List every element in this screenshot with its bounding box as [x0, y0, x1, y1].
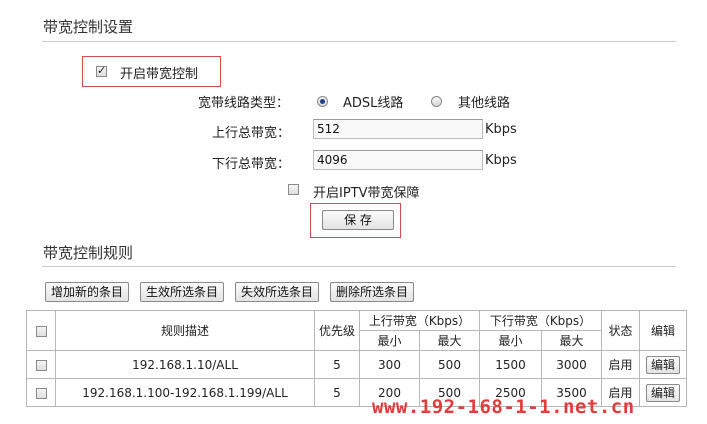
upload-unit: Kbps [485, 122, 517, 137]
line-type-label: 宽带线路类型： [198, 96, 290, 111]
add-entry-button[interactable]: 增加新的条目 [45, 282, 130, 302]
row-down-max: 3000 [541, 350, 602, 379]
iptv-label: 开启IPTV带宽保障 [313, 186, 420, 201]
header-edit: 编辑 [639, 310, 687, 351]
row-edit-cell: 编辑 [639, 350, 687, 379]
edit-button[interactable]: 编辑 [645, 355, 680, 374]
delete-selected-button[interactable]: 删除所选条目 [330, 282, 415, 302]
header-upload: 上行带宽（Kbps） [359, 310, 480, 331]
disable-selected-button[interactable]: 失效所选条目 [235, 282, 320, 302]
save-button[interactable]: 保 存 [322, 210, 394, 230]
row-select-cell [26, 350, 56, 379]
upload-bandwidth-input[interactable] [313, 119, 483, 139]
header-up-min: 最小 [359, 330, 420, 351]
row-status: 启用 [601, 350, 640, 379]
row-down-min: 1500 [479, 350, 542, 379]
header-download: 下行带宽（Kbps） [479, 310, 602, 331]
enable-selected-button[interactable]: 生效所选条目 [140, 282, 225, 302]
radio-other-label: 其他线路 [458, 96, 511, 111]
bandwidth-rules-title: 带宽控制规则 [43, 244, 134, 262]
download-bandwidth-input[interactable] [313, 150, 483, 170]
row-priority: 5 [314, 378, 360, 407]
divider [42, 41, 676, 42]
radio-other[interactable] [431, 96, 442, 107]
enable-bandwidth-label: 开启带宽控制 [120, 67, 199, 82]
bandwidth-settings-title: 带宽控制设置 [43, 18, 134, 36]
edit-button[interactable]: 编辑 [645, 383, 680, 402]
upload-label: 上行总带宽： [212, 126, 291, 141]
select-all-cell [26, 310, 56, 351]
divider [42, 266, 676, 267]
row-up-max: 500 [419, 350, 480, 379]
row-select-cell [26, 378, 56, 407]
row-checkbox[interactable] [35, 387, 47, 399]
row-description: 192.168.1.10/ALL [55, 350, 315, 379]
header-down-max: 最大 [541, 330, 602, 351]
row-checkbox[interactable] [35, 359, 47, 371]
header-status: 状态 [601, 310, 640, 351]
download-unit: Kbps [485, 153, 517, 168]
header-down-min: 最小 [479, 330, 542, 351]
row-up-min: 300 [359, 350, 420, 379]
header-up-max: 最大 [419, 330, 480, 351]
select-all-checkbox[interactable] [35, 325, 47, 337]
row-edit-cell: 编辑 [639, 378, 687, 407]
row-priority: 5 [314, 350, 360, 379]
row-description: 192.168.1.100-192.168.1.199/ALL [55, 378, 315, 407]
table-row: 192.168.1.10/ALL 5 300 500 1500 3000 启用 … [26, 350, 687, 379]
header-priority: 优先级 [314, 310, 360, 351]
radio-adsl-label: ADSL线路 [343, 96, 404, 111]
watermark: www.192-168-1-1.net.cn [372, 396, 635, 418]
enable-bandwidth-checkbox[interactable] [96, 64, 107, 77]
iptv-checkbox[interactable] [288, 184, 299, 195]
download-label: 下行总带宽： [212, 157, 291, 172]
rules-table: 规则描述 优先级 上行带宽（Kbps） 下行带宽（Kbps） 状态 编辑 最小 … [26, 310, 687, 407]
header-description: 规则描述 [55, 310, 315, 351]
radio-adsl[interactable] [317, 96, 328, 107]
